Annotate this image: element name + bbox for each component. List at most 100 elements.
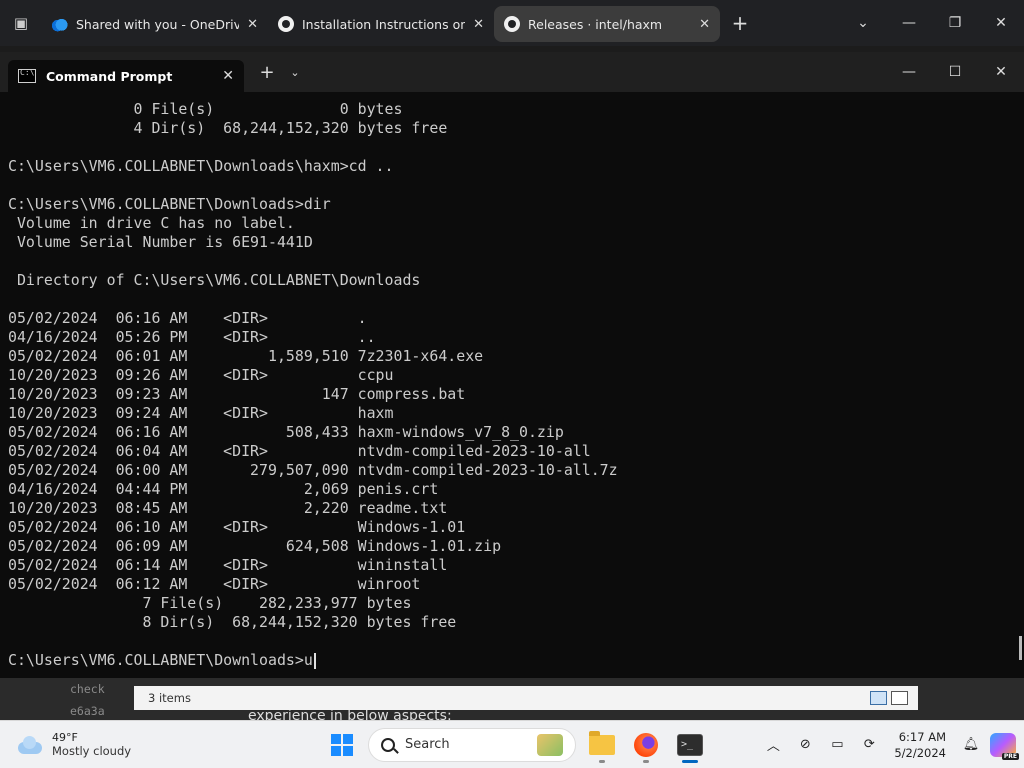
terminal-taskbar-button[interactable]: >_ — [672, 725, 708, 765]
onedrive-icon — [52, 16, 68, 32]
terminal-icon: >_ — [677, 733, 703, 756]
terminal-line: 05/02/2024 06:16 AM <DIR> . — [8, 309, 367, 327]
browser-tab-installation[interactable]: Installation Instructions on Win ✕ — [268, 6, 494, 42]
clock-time: 6:17 AM — [898, 729, 946, 744]
close-tab-icon[interactable]: ✕ — [222, 68, 234, 84]
preview-badge: PRE — [1001, 752, 1019, 760]
terminal-line: Volume in drive C has no label. — [8, 214, 295, 232]
terminal-line: 05/02/2024 06:14 AM <DIR> wininstall — [8, 556, 448, 574]
terminal-line: 05/02/2024 06:01 AM 1,589,510 7z2301-x64… — [8, 347, 484, 365]
chevron-up-icon[interactable]: ︿ — [760, 732, 786, 758]
terminal-tab[interactable]: Command Prompt ✕ — [8, 60, 244, 92]
terminal-prompt-line[interactable]: C:\Users\VM6.COLLABNET\Downloads>u — [8, 651, 1018, 670]
clock[interactable]: 6:17 AM 5/2/2024 — [894, 729, 946, 761]
terminal-line: Directory of C:\Users\VM6.COLLABNET\Down… — [8, 271, 421, 289]
terminal-line: 10/20/2023 09:24 AM <DIR> haxm — [8, 404, 394, 422]
command-prompt-icon — [18, 68, 36, 83]
search-label: Search — [405, 737, 450, 752]
close-icon[interactable]: ✕ — [247, 17, 258, 32]
terminal-line: 05/02/2024 06:09 AM 624,508 Windows-1.01… — [8, 537, 502, 555]
search-highlight-icon — [537, 733, 563, 756]
item-count: 3 items — [148, 691, 191, 705]
restore-button[interactable]: ❐ — [932, 0, 978, 46]
weather-widget[interactable]: 49°F Mostly cloudy — [16, 731, 296, 758]
running-indicator — [643, 759, 649, 763]
terminal-minimize-button[interactable]: — — [886, 52, 932, 92]
system-tray: ︿ ⊘ ▭ ⟳ 6:17 AM 5/2/2024 🔔︎ PRE — [760, 729, 1019, 761]
taskbar: 49°F Mostly cloudy Search >_ ︿ ⊘ ▭ ⟳ 6:1… — [0, 720, 1024, 768]
cloud-icon — [16, 735, 44, 755]
terminal-window: Command Prompt ✕ + ⌄ — ☐ ✕ 0 File(s) 0 b… — [0, 52, 1024, 678]
browser-tab-strip: ▣ Shared with you - OneDrive ✕ Installat… — [0, 0, 1024, 46]
network-off-icon[interactable]: ⊘ — [792, 732, 818, 758]
firefox-icon — [634, 732, 658, 757]
terminal-line: 04/16/2024 04:44 PM 2,069 penis.crt — [8, 480, 439, 498]
minimize-button[interactable]: — — [886, 0, 932, 46]
tab-list-button[interactable]: ⌄ — [840, 0, 886, 46]
terminal-line: 0 File(s) 0 bytes — [8, 100, 403, 118]
browser-tab-releases[interactable]: Releases · intel/haxm ✕ — [494, 6, 720, 42]
browser-tab-onedrive[interactable]: Shared with you - OneDrive ✕ — [42, 6, 268, 42]
commit-item: e6a3a — [70, 704, 105, 718]
browser-tab-label: Releases · intel/haxm — [528, 16, 663, 32]
copilot-icon[interactable]: PRE — [990, 732, 1019, 760]
weather-description: Mostly cloudy — [52, 744, 132, 758]
new-terminal-tab-button[interactable]: + — [252, 62, 282, 83]
terminal-line: C:\Users\VM6.COLLABNET\Downloads>dir — [8, 195, 331, 213]
github-icon — [504, 16, 520, 32]
terminal-maximize-button[interactable]: ☐ — [932, 52, 978, 92]
terminal-line: 05/02/2024 06:16 AM 508,433 haxm-windows… — [8, 423, 564, 441]
browser-tab-label: Shared with you - OneDrive — [76, 16, 240, 32]
terminal-line: 05/02/2024 06:10 AM <DIR> Windows-1.01 — [8, 518, 466, 536]
firefox-button[interactable] — [628, 725, 664, 765]
close-window-button[interactable]: ✕ — [978, 0, 1024, 46]
sync-icon[interactable]: ⟳ — [856, 732, 882, 758]
terminal-line: 4 Dir(s) 68,244,152,320 bytes free — [8, 119, 448, 137]
file-explorer-button[interactable] — [584, 725, 620, 765]
terminal-dropdown-button[interactable]: ⌄ — [282, 66, 308, 79]
terminal-close-button[interactable]: ✕ — [978, 52, 1024, 92]
github-icon — [278, 16, 294, 32]
text-cursor — [313, 653, 316, 669]
windows-logo-icon — [331, 733, 353, 756]
terminal-tab-title: Command Prompt — [46, 68, 173, 84]
terminal-line: 05/02/2024 06:00 AM 279,507,090 ntvdm-co… — [8, 461, 618, 479]
terminal-line: 7 File(s) 282,233,977 bytes — [8, 594, 412, 612]
tab-actions-icon[interactable]: ▣ — [0, 0, 42, 46]
terminal-line: 8 Dir(s) 68,244,152,320 bytes free — [8, 613, 457, 631]
active-indicator — [682, 759, 698, 763]
terminal-scrollbar[interactable] — [1019, 636, 1022, 660]
terminal-line: 10/20/2023 08:45 AM 2,220 readme.txt — [8, 499, 448, 517]
browser-tab-label: Installation Instructions on Win — [302, 16, 466, 32]
terminal-output[interactable]: 0 File(s) 0 bytes 4 Dir(s) 68,244,152,32… — [8, 100, 1018, 670]
weather-temperature: 49°F — [52, 731, 78, 744]
terminal-titlebar: Command Prompt ✕ + ⌄ — ☐ ✕ — [0, 52, 1024, 92]
terminal-line: 05/02/2024 06:12 AM <DIR> winroot — [8, 575, 421, 593]
terminal-line: 10/20/2023 09:26 AM <DIR> ccpu — [8, 366, 394, 384]
start-button[interactable] — [324, 725, 360, 765]
terminal-line: 10/20/2023 09:23 AM 147 compress.bat — [8, 385, 466, 403]
taskbar-search[interactable]: Search — [368, 727, 576, 762]
terminal-line: 04/16/2024 05:26 PM <DIR> .. — [8, 328, 376, 346]
details-view-icon[interactable] — [870, 691, 887, 705]
terminal-line: Volume Serial Number is 6E91-441D — [8, 233, 313, 251]
search-icon — [381, 737, 395, 752]
terminal-prompt: C:\Users\VM6.COLLABNET\Downloads>u — [8, 651, 313, 669]
display-icon[interactable]: ▭ — [824, 732, 850, 758]
explorer-status-bar: 3 items — [134, 686, 918, 710]
clock-date: 5/2/2024 — [894, 745, 946, 760]
close-icon[interactable]: ✕ — [699, 17, 710, 32]
folder-icon — [589, 730, 615, 755]
close-icon[interactable]: ✕ — [473, 17, 484, 32]
large-icons-view-icon[interactable] — [891, 691, 908, 705]
commit-item: check — [70, 682, 105, 696]
bell-icon[interactable]: 🔔︎ — [958, 732, 984, 758]
terminal-line: C:\Users\VM6.COLLABNET\Downloads\haxm>cd… — [8, 157, 394, 175]
running-indicator — [599, 759, 605, 763]
new-tab-button[interactable]: + — [720, 11, 760, 35]
